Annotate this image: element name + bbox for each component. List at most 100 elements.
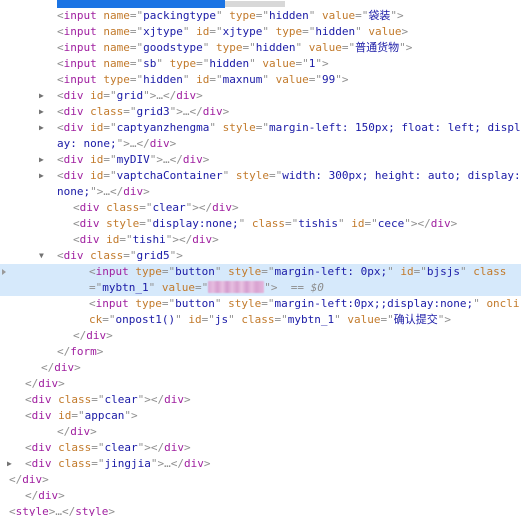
chevron-right-icon[interactable] xyxy=(16,456,25,472)
dom-tree-row[interactable]: <input type="button" style="margin-left:… xyxy=(0,264,521,296)
chevron-right-icon[interactable] xyxy=(48,104,57,120)
attribute-name: style xyxy=(228,265,262,278)
dom-tree-row[interactable]: </div> xyxy=(0,472,521,488)
punctuation: "></ xyxy=(137,441,165,454)
attribute-name: style xyxy=(235,169,269,182)
punctuation: </ xyxy=(73,329,87,342)
dom-tree-row[interactable]: </div> xyxy=(0,360,521,376)
punctuation: "> xyxy=(399,41,413,54)
devtools-elements-panel[interactable]: <input name="packingtype" type="hidden" … xyxy=(0,0,521,516)
attribute-name: class xyxy=(473,265,507,278)
attribute-name: name xyxy=(103,41,130,54)
dom-tree-row[interactable]: <div id="appcan"> xyxy=(0,408,521,424)
breakpoint-marker-icon[interactable] xyxy=(2,269,6,275)
attribute-name: class xyxy=(241,313,275,326)
dom-tree-row[interactable]: <input name="sb" type="hidden" value="1"… xyxy=(0,56,521,72)
punctuation: =" xyxy=(89,281,103,294)
punctuation: =" xyxy=(91,393,105,406)
tag-name: input xyxy=(63,57,97,70)
dom-tree-row[interactable]: <div class="clear"></div> xyxy=(0,440,521,456)
attribute-name: type xyxy=(103,73,130,86)
attribute-name: class xyxy=(90,249,124,262)
chevron-right-icon[interactable] xyxy=(48,152,57,168)
attribute-value: hidden xyxy=(315,25,356,38)
punctuation: " xyxy=(228,313,242,326)
selected-row-highlight xyxy=(57,0,225,8)
punctuation: > xyxy=(143,185,150,198)
punctuation: =" xyxy=(261,297,275,310)
dom-tree-row[interactable]: <div style="display:none;" class="tishis… xyxy=(0,216,521,232)
collapsed-children-ellipsis: … xyxy=(182,105,190,118)
attribute-name: name xyxy=(103,25,130,38)
dom-tree-row[interactable]: <div id="captyanzhengma" style="margin-l… xyxy=(0,120,521,152)
punctuation: "> xyxy=(116,137,130,150)
punctuation: "> xyxy=(149,153,163,166)
selected-node-strip[interactable] xyxy=(0,0,521,8)
attribute-value: clear xyxy=(104,393,138,406)
attribute-value: 普通货物 xyxy=(355,41,400,54)
dom-tree-row[interactable]: <div class="grid5"> xyxy=(0,248,521,264)
dom-tree-row[interactable]: </div> xyxy=(0,328,521,344)
chevron-right-icon[interactable] xyxy=(48,88,57,104)
dom-tree-row[interactable]: <div class="clear"></div> xyxy=(0,392,521,408)
punctuation: =" xyxy=(295,57,309,70)
attribute-name: id xyxy=(90,89,104,102)
dom-tree-row[interactable]: <div id="vaptchaContainer" style="width:… xyxy=(0,168,521,200)
attribute-value: hidden xyxy=(143,73,183,86)
punctuation: =" xyxy=(129,25,144,38)
tag-name: div xyxy=(63,89,84,102)
punctuation: </ xyxy=(163,89,177,102)
chevron-right-icon[interactable] xyxy=(0,504,9,516)
dom-tree-row[interactable]: <input name="packingtype" type="hidden" … xyxy=(0,8,521,24)
dom-tree-row[interactable]: </form> xyxy=(0,344,521,360)
punctuation: "> xyxy=(90,185,104,198)
tag-name: div xyxy=(123,185,144,198)
chevron-right-icon[interactable] xyxy=(48,168,57,184)
dom-tree-row[interactable]: <div class="grid3">…</div> xyxy=(0,104,521,120)
attribute-name: value xyxy=(308,41,342,54)
attribute-name: id xyxy=(90,121,104,134)
dom-tree-row[interactable]: </div> xyxy=(0,376,521,392)
dom-tree-row[interactable]: <input name="xjtype" id="xjtype" type="h… xyxy=(0,24,521,40)
chevron-down-icon[interactable] xyxy=(48,248,57,264)
punctuation: "></ xyxy=(185,201,213,214)
punctuation: " xyxy=(214,265,229,278)
punctuation: "> xyxy=(390,9,404,22)
punctuation: > xyxy=(58,489,65,502)
punctuation: </ xyxy=(110,185,124,198)
attribute-name: type xyxy=(135,297,162,310)
dom-tree-row[interactable]: <style>…</style> xyxy=(0,504,521,516)
tag-name: div xyxy=(430,217,451,230)
punctuation: =" xyxy=(103,153,117,166)
dom-tree-row[interactable]: <div id="tishi"></div> xyxy=(0,232,521,248)
dom-tree-row[interactable]: <div id="myDIV">…</div> xyxy=(0,152,521,168)
tag-name: input xyxy=(63,9,97,22)
punctuation: </ xyxy=(25,377,39,390)
dom-tree-row[interactable]: <input name="goodstype" type="hidden" va… xyxy=(0,40,521,56)
dom-tree-row[interactable]: <div class="clear"></div> xyxy=(0,200,521,216)
punctuation: < xyxy=(57,105,64,118)
chevron-right-icon[interactable] xyxy=(48,120,57,136)
dom-tree-row[interactable]: </div> xyxy=(0,424,521,440)
dom-tree-row[interactable]: <div class="jingjia">…</div> xyxy=(0,456,521,472)
attribute-value: grid5 xyxy=(136,249,170,262)
attribute-name: id xyxy=(400,265,414,278)
dom-tree-row[interactable]: </div> xyxy=(0,488,521,504)
attribute-name: id xyxy=(196,73,210,86)
dom-tree[interactable]: <input name="packingtype" type="hidden" … xyxy=(0,0,521,516)
selected-node-reference: == $0 xyxy=(277,281,324,294)
dom-tree-row[interactable]: <div id="grid">…</div> xyxy=(0,88,521,104)
tag-name: div xyxy=(31,409,52,422)
attribute-name: class xyxy=(58,457,92,470)
attribute-value: packingtype xyxy=(143,9,216,22)
attribute-value: onpost1() xyxy=(115,313,176,326)
tag-name: form xyxy=(70,345,97,358)
dom-tree-row[interactable]: <input type="button" style="margin-left:… xyxy=(0,296,521,328)
collapsed-children-ellipsis: … xyxy=(164,457,171,470)
dom-tree-row[interactable]: <input type="hidden" id="maxnum" value="… xyxy=(0,72,521,88)
punctuation: "> xyxy=(315,57,329,70)
tag-name: div xyxy=(164,393,184,406)
tag-name: div xyxy=(183,457,204,470)
punctuation: =" xyxy=(129,73,144,86)
tag-name: div xyxy=(164,441,184,454)
